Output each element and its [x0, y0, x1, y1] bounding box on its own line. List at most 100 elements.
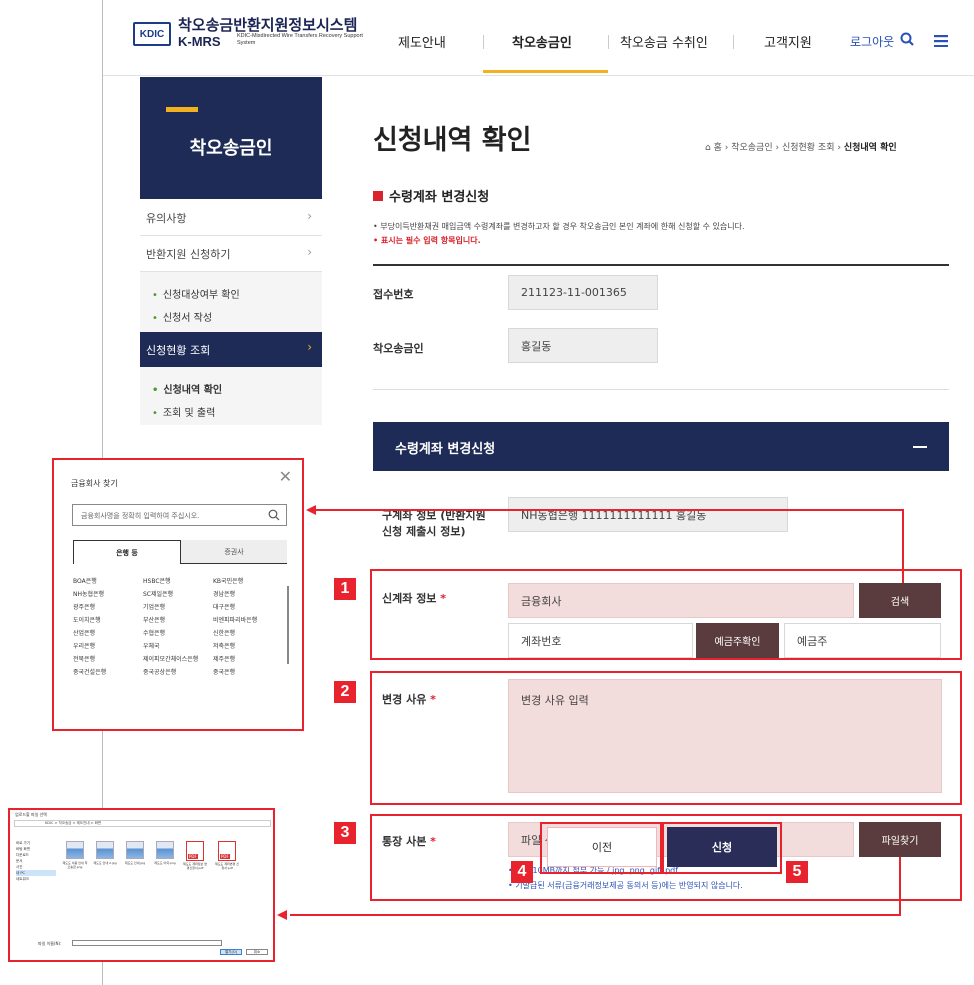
logo-tagline: KDIC-Misdirected Wire Transfers Recovery…	[237, 33, 363, 46]
nav-divider	[483, 35, 484, 49]
reason-textarea[interactable]: 변경 사유 입력	[508, 679, 942, 793]
header-divider	[103, 75, 974, 76]
sidebar-accent-bar	[166, 107, 198, 112]
section-divider	[373, 389, 949, 390]
home-icon[interactable]: ⌂	[705, 143, 711, 153]
search-icon[interactable]	[268, 506, 280, 525]
chevron-right-icon: ›	[307, 209, 312, 223]
browse-file-button[interactable]: 파일찾기	[859, 822, 941, 857]
nav-support[interactable]: 고객지원	[764, 32, 812, 51]
chevron-right-icon: ›	[307, 340, 312, 354]
tab-banks[interactable]: 은행 등	[73, 540, 181, 564]
bank-input[interactable]: 금융회사	[508, 583, 854, 618]
sidebar-item-label: 신청현황 조회	[146, 344, 211, 357]
step-badge-5: 5	[786, 861, 808, 883]
section-title: 수령계좌 변경신청	[373, 186, 489, 205]
sidebar-subitem-history[interactable]: • 신청내역 확인	[152, 381, 322, 396]
list-item[interactable]: 중국건설은행 중국공상은행 중국은행	[73, 667, 285, 680]
passbook-label: 통장 사본 *	[382, 835, 436, 848]
breadcrumb: ⌂ 홈 › 착오송금인 › 신청현황 조회 › 신청내역 확인	[705, 143, 897, 153]
step-badge-1: 1	[334, 578, 356, 600]
step-badge-4: 4	[511, 861, 533, 883]
reason-label: 변경 사유 *	[382, 693, 436, 706]
sidebar-header: 착오송금인	[140, 77, 322, 199]
table-top-rule	[373, 264, 949, 266]
close-icon[interactable]: ✕	[279, 469, 292, 485]
image-file-icon	[156, 841, 174, 859]
change-request-panel-header[interactable]: 수령계좌 변경신청	[373, 422, 949, 471]
sidebar-status-submenu: • 신청내역 확인 • 조회 및 출력	[140, 367, 322, 425]
cancel-button[interactable]: 취소	[246, 949, 268, 955]
nav-sender[interactable]: 착오송금인	[512, 32, 572, 51]
list-item[interactable]: 우리은행 우체국 저축은행	[73, 641, 285, 654]
sidebar-title: 착오송금인	[189, 138, 273, 159]
sidebar-item-notice[interactable]: 유의사항 ›	[140, 202, 322, 236]
menu-icon[interactable]	[934, 32, 948, 51]
account-number-input[interactable]: 계좌번호	[508, 623, 693, 658]
submit-button[interactable]: 신청	[667, 827, 777, 867]
image-file-icon	[66, 841, 84, 859]
new-account-label: 신계좌 정보 *	[382, 592, 447, 605]
sidebar-subitem-eligibility[interactable]: • 신청대상여부 확인	[152, 286, 322, 301]
collapse-icon[interactable]	[913, 446, 927, 448]
search-icon[interactable]	[900, 31, 914, 50]
section-marker-icon	[373, 191, 383, 201]
pdf-file-icon	[218, 841, 236, 861]
nav-pane-item[interactable]: 네트워크	[16, 876, 56, 882]
sidebar-subitem-application[interactable]: • 신청서 작성	[152, 309, 322, 324]
sidebar-item-label: 반환지원 신청하기	[146, 248, 231, 261]
nav-active-indicator	[483, 70, 608, 73]
step-badge-3: 3	[334, 822, 356, 844]
nav-divider	[608, 35, 609, 49]
file-item[interactable]: 제도도 안내 2.jpg	[92, 841, 118, 865]
sender-label: 착오송금인	[373, 342, 424, 355]
dialog-title: 업로드할 파일 선택	[15, 812, 47, 817]
receipt-number-label: 접수번호	[373, 288, 414, 301]
image-file-icon	[96, 841, 114, 859]
list-item[interactable]: NH농협은행 SC제일은행 경남은행	[73, 589, 285, 602]
sidebar-subitem-print[interactable]: • 조회 및 출력	[152, 404, 322, 419]
pdf-file-icon	[186, 841, 204, 861]
filename-input[interactable]	[72, 940, 222, 946]
verify-holder-button[interactable]: 예금주확인	[696, 623, 779, 658]
file-item[interactable]: 제도도 이용 안내 착오송금.png	[62, 841, 88, 869]
file-item[interactable]: 제도도 안내.jpg	[122, 841, 148, 865]
sender-field: 홍길동	[508, 328, 658, 363]
old-account-field: NH농협은행 1111111111111 홍길동	[508, 497, 788, 532]
prev-button[interactable]: 이전	[547, 827, 657, 867]
file-hint-notice: • 기발급된 서류(금융거래정보제공 동의서 등)에는 반영되지 않습니다.	[508, 881, 743, 890]
logo-title[interactable]: 착오송금반환지원정보시스템	[178, 14, 357, 35]
file-item[interactable]: 제도도 이력.png	[152, 841, 178, 865]
nav-divider	[733, 35, 734, 49]
sidebar-apply-submenu: • 신청대상여부 확인 • 신청서 작성	[140, 272, 322, 332]
dialog-sidebar: 바로 가기 바탕 화면 다운로드 문서 사진 내 PC 네트워크	[14, 840, 56, 915]
file-item[interactable]: 제도도 계좌변경 신청서.pdf	[214, 841, 240, 870]
open-button[interactable]: 열기(O)	[220, 949, 242, 955]
account-holder-field[interactable]: 예금주	[784, 623, 941, 658]
list-item[interactable]: BOA은행 HSBC은행 KB국민은행	[73, 576, 285, 589]
list-item[interactable]: 전북은행 제이피모간체이스은행 제주은행	[73, 654, 285, 667]
page-title: 신청내역 확인	[373, 125, 532, 156]
file-item[interactable]: 제도도 계좌정보 변경신청서.pdf	[182, 841, 208, 870]
list-item[interactable]: 산업은행 수협은행 신한은행	[73, 628, 285, 641]
address-bar[interactable]: KDIC > 착오송금 > 제도안내 > 화면	[14, 820, 271, 827]
sidebar-item-label: 유의사항	[146, 212, 187, 225]
bank-search-popup: 금융회사 찾기 ✕ 금융회사명을 정확히 입력하여 주십시오. 은행 등 증권사…	[52, 458, 304, 731]
tab-securities[interactable]: 증권사	[181, 540, 287, 564]
popup-search-input[interactable]: 금융회사명을 정확히 입력하여 주십시오.	[72, 504, 287, 526]
popup-title: 금융회사 찾기	[71, 479, 118, 488]
panel-title: 수령계좌 변경신청	[395, 442, 496, 457]
receipt-number-field: 211123-11-001365	[508, 275, 658, 310]
scrollbar[interactable]	[287, 586, 289, 664]
step-badge-2: 2	[334, 681, 356, 703]
list-item[interactable]: 광주은행 기업은행 대구은행	[73, 602, 285, 615]
sidebar-item-apply[interactable]: 반환지원 신청하기 ›	[140, 238, 322, 272]
required-note: • 표시는 필수 입력 항목입니다.	[373, 236, 481, 245]
list-item[interactable]: 도이치은행 부산은행 비엔피파리바은행	[73, 615, 285, 628]
sidebar-item-status[interactable]: 신청현황 조회 ›	[140, 332, 322, 367]
logout-link[interactable]: 로그아웃	[850, 33, 894, 50]
kdic-logo[interactable]: KDIC	[133, 22, 171, 46]
nav-recipient[interactable]: 착오송금 수취인	[620, 32, 708, 51]
nav-system-info[interactable]: 제도안내	[398, 32, 446, 51]
search-bank-button[interactable]: 검색	[859, 583, 941, 618]
